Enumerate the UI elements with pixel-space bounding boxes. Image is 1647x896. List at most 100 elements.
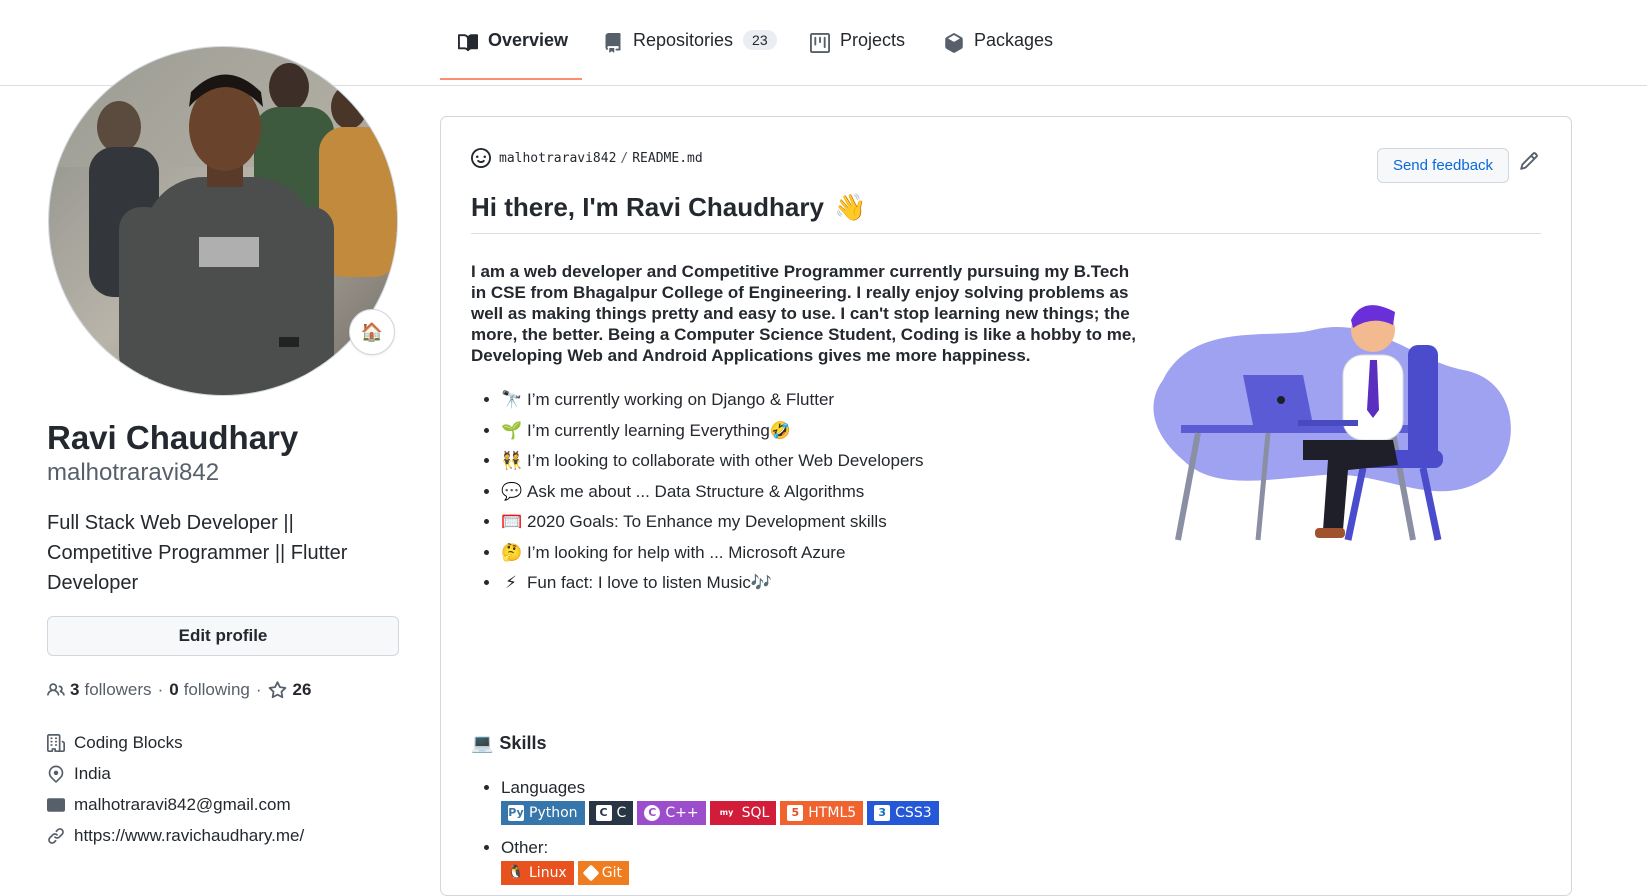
package-icon: [945, 33, 963, 53]
css3-icon: 3: [874, 805, 891, 821]
readme-title-text: Hi there, I'm Ravi Chaudhary: [471, 192, 824, 222]
send-feedback-button[interactable]: Send feedback: [1377, 148, 1509, 183]
location-icon: [48, 765, 64, 783]
tab-overview[interactable]: Overview: [440, 30, 582, 80]
readme-title: Hi there, I'm Ravi Chaudhary 👋: [471, 189, 1541, 234]
fact-text: I’m currently learning Everything🤣: [527, 420, 791, 440]
cpp-badge[interactable]: C C++: [637, 801, 706, 825]
company-text: Coding Blocks: [74, 732, 183, 752]
cpp-icon: C: [644, 805, 661, 821]
link-icon: [48, 827, 64, 844]
email-link[interactable]: malhotraravi842@gmail.com: [74, 795, 291, 815]
list-item: 👯I’m looking to collaborate with other W…: [501, 446, 924, 477]
book-icon: [458, 34, 478, 52]
tab-repositories-label: Repositories: [633, 30, 734, 50]
tab-projects-label: Projects: [840, 30, 906, 50]
html5-icon: 5: [787, 805, 804, 821]
following-link[interactable]: 0 following: [169, 680, 250, 700]
project-icon: [810, 33, 830, 53]
location-text: India: [74, 763, 111, 783]
fact-text: 2020 Goals: To Enhance my Development sk…: [527, 512, 887, 531]
organization-icon: [47, 733, 65, 752]
list-item: 💬Ask me about ... Data Structure & Algor…: [501, 477, 924, 508]
c-badge[interactable]: CC: [588, 801, 634, 825]
separator-dot: ·: [255, 680, 262, 699]
badge-label: SQL: [741, 805, 770, 821]
website-item[interactable]: https://www.ravichaudhary.me/: [47, 820, 304, 851]
edit-profile-button[interactable]: Edit profile: [47, 616, 399, 656]
mysql-icon: my: [719, 808, 734, 817]
linux-badge[interactable]: 🐧 Linux: [501, 861, 574, 885]
following-count: 0: [169, 680, 179, 699]
skills-list: Languages PyPython CC CC++ mySQL 5HTML5 …: [471, 777, 939, 895]
website-link[interactable]: https://www.ravichaudhary.me/: [74, 826, 304, 846]
readme-file-label: README.md: [632, 150, 703, 166]
list-item: 🔭I’m currently working on Django & Flutt…: [501, 385, 924, 416]
badge-label: Python: [529, 805, 578, 821]
fact-text: I’m currently working on Django & Flutte…: [527, 390, 835, 409]
developer-illustration: [1153, 305, 1511, 541]
waving-hand-icon: 👋: [833, 192, 867, 222]
badge-label: Linux: [529, 865, 567, 881]
location-item: India: [47, 758, 304, 789]
skills-heading: 💻 Skills: [471, 733, 546, 754]
languages-label: Languages: [501, 778, 586, 797]
house-emoji-icon: 🏠: [360, 321, 384, 342]
lightning-icon: ⚡: [505, 573, 517, 592]
avatar[interactable]: [48, 46, 398, 396]
followers-link[interactable]: 3 followers: [47, 680, 152, 700]
laptop-icon: 💻: [471, 733, 494, 753]
html5-badge[interactable]: 5 HTML5: [780, 801, 864, 825]
readme-file-name[interactable]: README.md: [632, 151, 702, 166]
tab-overview-label: Overview: [488, 30, 569, 50]
fact-text: I’m looking to collaborate with other We…: [527, 451, 924, 470]
goal-net-icon: 🥅: [501, 512, 523, 531]
thinking-face-icon: 🤔: [501, 542, 523, 562]
tab-packages[interactable]: Packages: [944, 30, 1053, 80]
list-item: 🤔I’m looking for help with ... Microsoft…: [501, 538, 924, 569]
follow-stats: 3 followers · 0 following · 26: [47, 680, 316, 700]
other-badges: 🐧 Linux Git: [501, 861, 939, 885]
telescope-icon: 🔭: [501, 390, 523, 409]
list-item: 🥅2020 Goals: To Enhance my Development s…: [501, 507, 924, 538]
tab-packages-label: Packages: [974, 30, 1054, 50]
tab-projects[interactable]: Projects: [810, 30, 905, 80]
css3-badge[interactable]: 3 CSS3: [867, 801, 939, 825]
readme-facts-list: 🔭I’m currently working on Django & Flutt…: [471, 385, 924, 599]
fact-text: Ask me about ... Data Structure & Algori…: [527, 481, 865, 501]
python-badge[interactable]: Py Python: [501, 801, 585, 825]
stars-link[interactable]: 26: [268, 680, 317, 700]
git-badge[interactable]: Git: [577, 861, 629, 885]
seedling-icon: 🌱: [501, 420, 523, 440]
company-item: Coding Blocks: [47, 727, 304, 758]
repositories-count-badge: 23: [743, 30, 777, 50]
badge-label: Git: [601, 865, 622, 881]
readme-breadcrumb: malhotraravi842 / README.md: [471, 148, 703, 168]
separator-dot: ·: [157, 680, 164, 699]
followers-count: 3: [70, 680, 80, 699]
badge-label: C++: [665, 805, 699, 821]
pencil-icon[interactable]: [1519, 151, 1539, 171]
badge-label: HTML5: [808, 805, 857, 821]
badge-label: C: [616, 805, 627, 821]
dancers-icon: 👯: [501, 451, 523, 470]
linux-icon: 🐧: [507, 865, 525, 880]
fact-text: Fun fact: I love to listen Music🎶: [527, 573, 773, 592]
profile-full-name: Ravi Chaudhary: [47, 419, 299, 456]
speech-balloon-icon: 💬: [501, 481, 523, 501]
readme-owner-link[interactable]: malhotraravi842: [499, 151, 616, 166]
tab-repositories[interactable]: Repositories 23: [603, 30, 777, 80]
email-item[interactable]: malhotraravi842@gmail.com: [47, 789, 304, 820]
git-icon: [582, 864, 600, 882]
breadcrumb-separator: /: [620, 150, 629, 166]
list-item: ⚡ Fun fact: I love to listen Music🎶: [501, 568, 924, 599]
smiley-icon: [471, 148, 491, 168]
followers-label: followers: [84, 680, 152, 699]
sql-badge[interactable]: my SQL: [709, 801, 777, 825]
python-icon: Py: [508, 805, 524, 821]
stars-count: 26: [292, 680, 312, 699]
mail-icon: [47, 797, 65, 812]
skills-title: Skills: [499, 733, 547, 753]
list-item: Other: 🐧 Linux Git: [501, 837, 939, 885]
set-status-button[interactable]: 🏠: [349, 309, 395, 355]
